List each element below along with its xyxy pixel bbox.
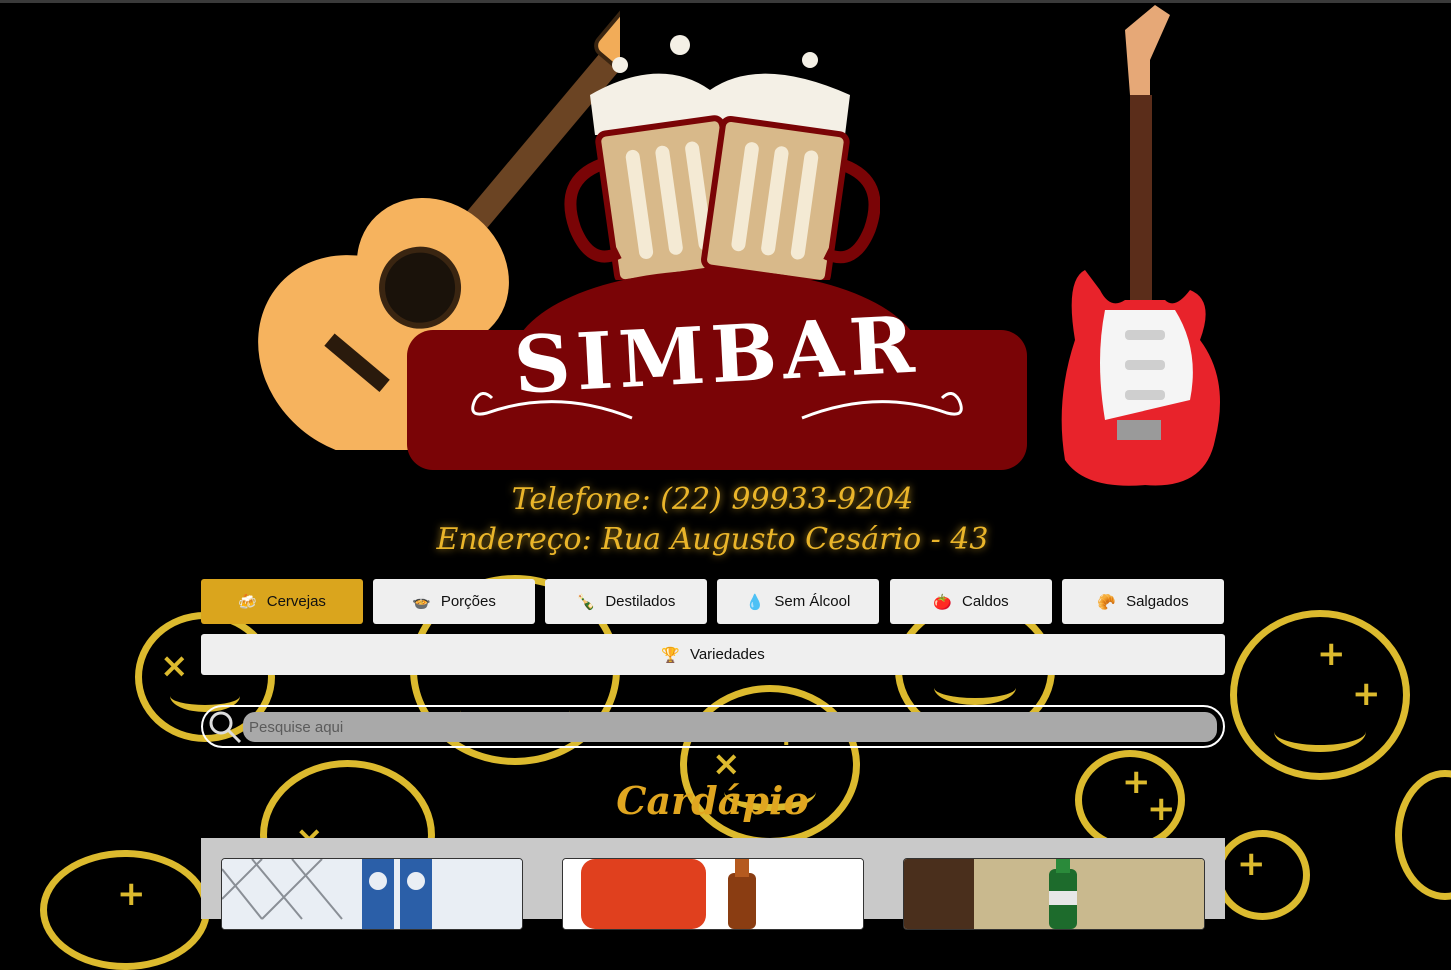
product-card[interactable] — [221, 858, 523, 930]
right-swirl-icon — [801, 392, 963, 420]
category-label: Sem Álcool — [774, 593, 851, 610]
category-button-sem-alcool[interactable]: 💧 Sem Álcool — [717, 579, 879, 624]
product-card[interactable] — [903, 858, 1205, 930]
logo-banner: SIMBAR — [407, 270, 1027, 470]
beer-mugs-icon — [564, 35, 880, 280]
phone-text: Telefone: (22) 99933-9204 — [511, 482, 914, 517]
category-button-cervejas[interactable]: 🍻 Cervejas — [201, 579, 363, 624]
soup-bowl-icon: 🍅 — [933, 593, 952, 611]
beer-icon: 🍻 — [238, 593, 257, 611]
category-label: Cervejas — [266, 593, 326, 610]
product-card[interactable] — [562, 858, 864, 930]
address-text: Endereço: Rua Augusto Cesário - 43 — [436, 522, 989, 557]
category-button-variedades[interactable]: 🏆 Variedades — [201, 634, 1225, 675]
smiley-doodle-icon: + + — [1230, 610, 1410, 780]
search-bar — [201, 705, 1225, 748]
food-plate-icon: 🍲 — [412, 593, 431, 611]
snack-icon: 🥐 — [1097, 593, 1117, 611]
smiley-doodle-icon: + — [40, 850, 210, 970]
category-button-caldos[interactable]: 🍅 Caldos — [890, 579, 1052, 624]
smiley-doodle-icon — [1395, 770, 1451, 900]
header-logo: SIMBAR — [200, 0, 1230, 486]
category-button-salgados[interactable]: 🥐 Salgados — [1062, 579, 1224, 624]
menu-panel — [201, 838, 1225, 930]
category-label: Caldos — [961, 593, 1009, 610]
category-label: Variedades — [689, 646, 765, 663]
category-label: Salgados — [1126, 593, 1189, 610]
search-input[interactable] — [243, 712, 1217, 742]
category-label: Destilados — [605, 593, 676, 610]
contact-info: Telefone: (22) 99933-9204 Endereço: Rua … — [200, 480, 1225, 560]
smiley-doodle-icon: + — [1215, 830, 1310, 920]
trophy-icon: 🏆 — [661, 646, 680, 664]
menu-title: Cardápio — [616, 778, 809, 823]
water-bottle-icon: 💧 — [745, 593, 765, 611]
category-button-destilados[interactable]: 🍾 Destilados — [545, 579, 707, 624]
category-label: Porções — [440, 593, 496, 610]
electric-guitar-icon — [1061, 5, 1220, 486]
left-swirl-icon — [471, 392, 633, 420]
search-icon — [209, 711, 242, 744]
liquor-bottle-icon: 🍾 — [576, 593, 596, 611]
category-button-porcoes[interactable]: 🍲 Porções — [373, 579, 535, 624]
